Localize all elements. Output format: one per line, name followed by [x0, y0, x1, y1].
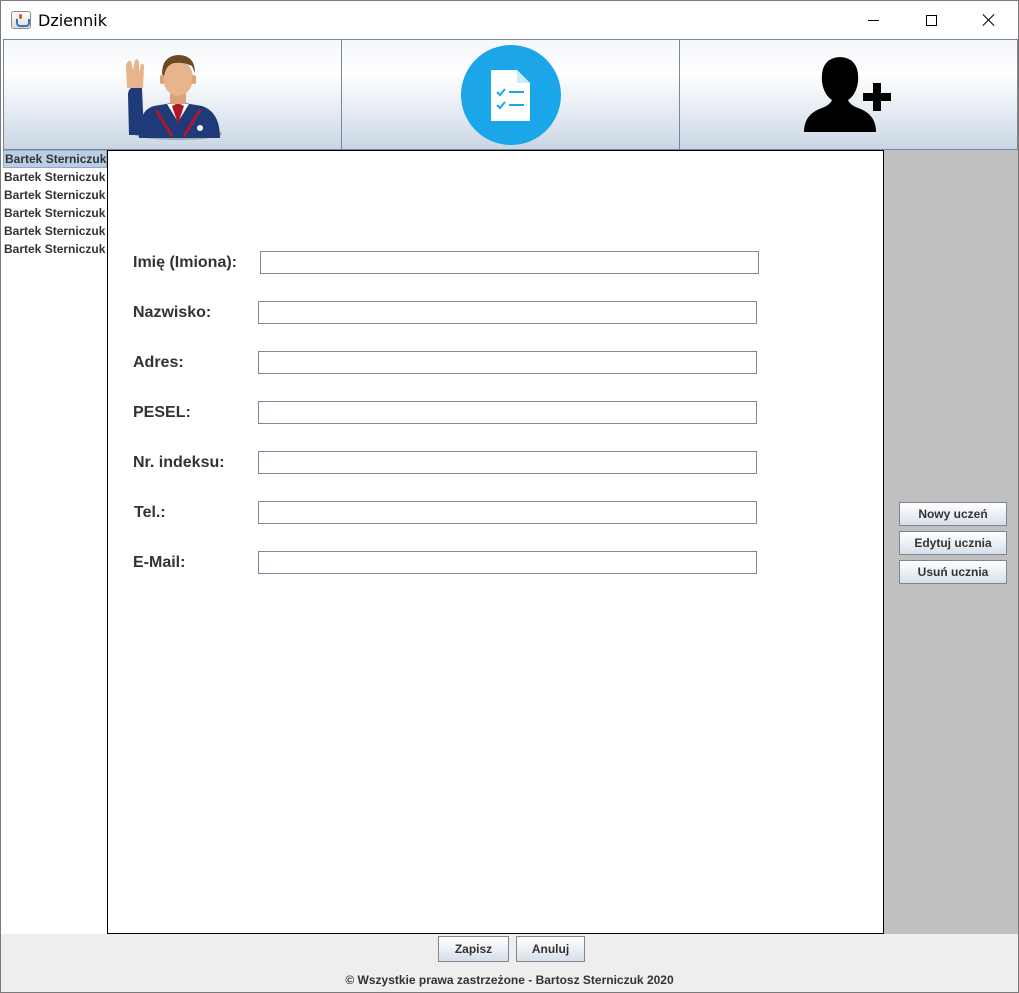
- email-label: E-Mail:: [133, 554, 186, 571]
- window-title: Dziennik: [38, 11, 107, 30]
- minimize-icon: [867, 19, 879, 21]
- actions-panel: Nowy uczeń Edytuj ucznia Usuń ucznia: [884, 150, 1018, 934]
- close-button[interactable]: [960, 1, 1018, 39]
- email-field[interactable]: [258, 551, 757, 574]
- student-raising-hand-icon: [126, 55, 222, 140]
- list-item[interactable]: Bartek Sterniczuk: [3, 168, 107, 186]
- address-field[interactable]: [258, 351, 757, 374]
- add-user-toolbar-button[interactable]: [680, 39, 1018, 150]
- add-user-icon: [804, 57, 891, 132]
- grade-sheet-icon: [461, 45, 561, 145]
- bottom-bar: Zapisz Anuluj © Wszystkie prawa zastrzeż…: [1, 934, 1018, 992]
- minimize-button[interactable]: [844, 1, 902, 39]
- close-icon: [982, 13, 996, 27]
- app-window: Dziennik Bartek Sterniczuk Bartek Sterni…: [0, 0, 1019, 993]
- maximize-button[interactable]: [902, 1, 960, 39]
- title-bar: Dziennik: [1, 1, 1018, 39]
- save-button[interactable]: Zapisz: [438, 936, 509, 962]
- last-name-field[interactable]: [258, 301, 757, 324]
- edit-student-button[interactable]: Edytuj ucznia: [899, 531, 1007, 555]
- pesel-field[interactable]: [258, 401, 757, 424]
- cancel-button[interactable]: Anuluj: [516, 936, 585, 962]
- first-name-label: Imię (Imiona):: [133, 254, 238, 271]
- list-item[interactable]: Bartek Sterniczuk: [3, 186, 107, 204]
- student-list: Bartek Sterniczuk Bartek Sterniczuk Bart…: [3, 150, 107, 934]
- first-name-field[interactable]: [260, 251, 759, 274]
- list-item[interactable]: Bartek Sterniczuk: [3, 204, 107, 222]
- pesel-label: PESEL:: [133, 404, 191, 421]
- list-item[interactable]: Bartek Sterniczuk: [3, 222, 107, 240]
- student-form: Imię (Imiona): Nazwisko: Adres: PESEL: N…: [107, 150, 884, 934]
- phone-label: Tel.:: [134, 504, 166, 521]
- copyright-text: © Wszystkie prawa zastrzeżone - Bartosz …: [345, 973, 674, 987]
- grades-toolbar-button[interactable]: [342, 39, 680, 150]
- students-toolbar-button[interactable]: [3, 39, 342, 150]
- java-app-icon: [11, 11, 31, 29]
- list-item[interactable]: Bartek Sterniczuk: [3, 240, 107, 258]
- index-number-label: Nr. indeksu:: [133, 454, 225, 471]
- delete-student-button[interactable]: Usuń ucznia: [899, 560, 1007, 584]
- maximize-icon: [925, 14, 937, 26]
- list-item[interactable]: Bartek Sterniczuk: [3, 150, 107, 168]
- new-student-button[interactable]: Nowy uczeń: [899, 502, 1007, 526]
- index-number-field[interactable]: [258, 451, 757, 474]
- address-label: Adres:: [133, 354, 184, 371]
- phone-field[interactable]: [258, 501, 757, 524]
- last-name-label: Nazwisko:: [133, 304, 212, 321]
- main-toolbar: [3, 39, 1018, 150]
